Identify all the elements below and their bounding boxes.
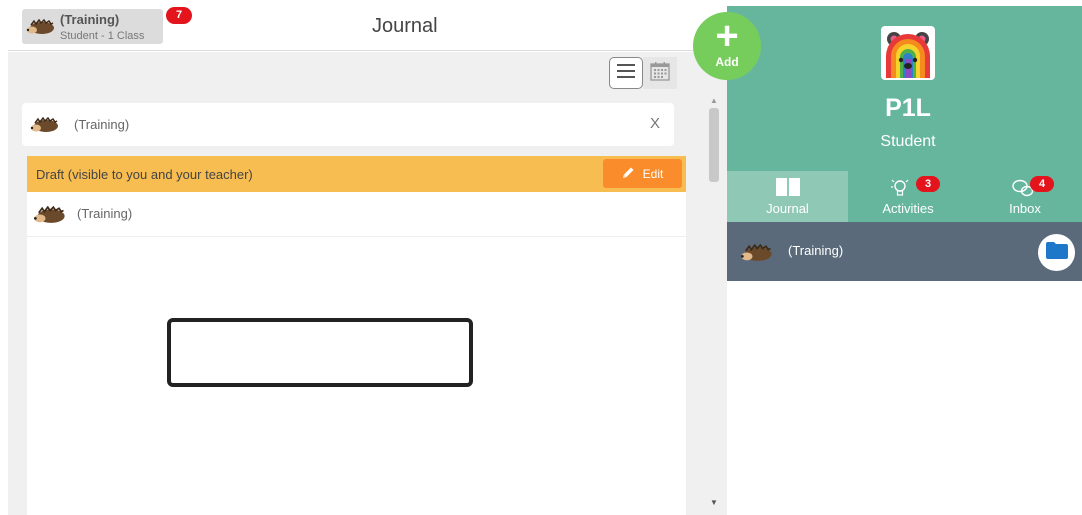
edit-label: Edit	[642, 166, 664, 181]
scroll-down-arrow-icon[interactable]: ▼	[710, 498, 718, 507]
tab-label: Journal	[766, 201, 809, 216]
journal-entry: Draft (visible to you and your teacher) …	[27, 156, 686, 515]
scroll-thumb[interactable]	[709, 108, 719, 182]
class-row-label: (Training)	[788, 243, 844, 258]
folder-icon	[1045, 240, 1069, 265]
lightbulb-icon	[848, 177, 968, 199]
calendar-view-button[interactable]	[643, 57, 677, 89]
scrollbar[interactable]: ▲ ▼	[706, 52, 722, 515]
app-window: (Training) Student - 1 Class 7 Journal (	[0, 0, 1082, 515]
student-role: Student	[880, 133, 936, 150]
list-icon	[616, 62, 636, 85]
tab-inbox[interactable]: 4 Inbox	[968, 171, 1082, 222]
scroll-up-arrow-icon[interactable]: ▲	[710, 96, 718, 105]
add-button[interactable]: + Add	[693, 12, 761, 80]
author-name: (Training)	[77, 206, 133, 221]
book-icon	[727, 177, 848, 197]
inbox-badge: 4	[1030, 176, 1054, 192]
folder-button[interactable]	[1038, 234, 1075, 271]
filter-label: (Training)	[74, 117, 130, 132]
hedgehog-avatar-icon	[33, 205, 67, 229]
clear-filter-button[interactable]: X	[650, 115, 660, 132]
hedgehog-avatar-icon	[740, 243, 774, 267]
list-view-button[interactable]	[609, 57, 643, 89]
hedgehog-avatar-icon	[30, 116, 60, 138]
draft-banner: Draft (visible to you and your teacher) …	[27, 156, 686, 192]
calendar-icon	[650, 61, 670, 86]
notification-badge: 7	[166, 7, 192, 24]
draft-status-text: Draft (visible to you and your teacher)	[36, 167, 253, 182]
plus-icon: +	[715, 14, 739, 58]
class-subtitle: Student - 1 Class	[60, 30, 145, 42]
tab-journal[interactable]: Journal	[727, 171, 848, 222]
profile-header: P1L Student	[727, 6, 1082, 171]
class-selector[interactable]: (Training) Student - 1 Class	[22, 9, 163, 44]
entry-content-box[interactable]	[167, 318, 473, 387]
class-name: (Training)	[60, 12, 120, 27]
tab-bar: Journal 3 Activities 4 Inbox	[727, 171, 1082, 222]
chat-bubbles-icon	[968, 177, 1082, 199]
edit-button[interactable]: Edit	[603, 159, 682, 188]
tab-label: Activities	[882, 201, 934, 216]
tab-activities[interactable]: 3 Activities	[848, 171, 968, 222]
view-toggle	[609, 57, 677, 89]
student-filter[interactable]: (Training) X	[22, 103, 674, 146]
right-panel: P1L Student Journal 3 Activities 4 Inbox…	[727, 6, 1082, 515]
hedgehog-avatar-icon	[26, 18, 56, 40]
journal-content: (Training) X Draft (visible to you and y…	[8, 52, 727, 515]
student-name: P1L	[885, 94, 931, 122]
class-row[interactable]: (Training)	[727, 222, 1082, 281]
entry-author: (Training)	[27, 192, 686, 237]
activities-badge: 3	[916, 176, 940, 192]
rainbow-bear-avatar-icon	[881, 26, 935, 80]
header-bar: (Training) Student - 1 Class 7 Journal	[8, 0, 727, 51]
page-title: Journal	[372, 15, 438, 37]
add-label: Add	[715, 55, 739, 69]
tab-label: Inbox	[1009, 201, 1041, 216]
pencil-icon	[622, 166, 635, 182]
